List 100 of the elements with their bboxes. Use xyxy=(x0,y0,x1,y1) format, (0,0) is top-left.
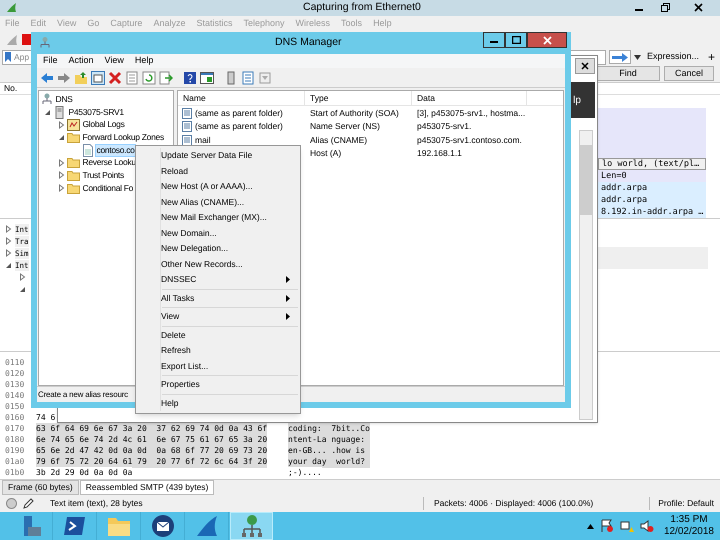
packet-row[interactable]: 8.192.in-addr.arpa … xyxy=(598,206,706,218)
menu-item[interactable]: Update Server Data File xyxy=(136,148,300,164)
collapse-arrow-icon[interactable] xyxy=(19,286,26,293)
expand-arrow-icon[interactable] xyxy=(58,120,64,129)
packet-row[interactable]: addr.arpa xyxy=(598,182,706,194)
clock-date: 12/02/2018 xyxy=(664,526,714,538)
hex-bytes: 6e 74 65 6e 74 2d 4c 61 6e 67 75 61 67 65 3a 20 xyxy=(36,434,268,446)
refresh-icon[interactable] xyxy=(142,70,156,84)
tab[interactable]: Frame (60 bytes) xyxy=(2,480,79,495)
hex-offset: 0170 xyxy=(4,423,26,436)
caret-up-icon[interactable] xyxy=(586,524,594,528)
dropdown-caret-icon[interactable] xyxy=(634,54,641,60)
packet-row[interactable]: Len=0 xyxy=(598,170,706,182)
expand-arrow-icon[interactable] xyxy=(58,158,64,167)
packet-row[interactable]: addr.arpa xyxy=(598,194,706,206)
column-header[interactable]: Name xyxy=(178,91,305,105)
expression-button[interactable]: Expression... xyxy=(644,50,702,64)
expand-arrow-icon[interactable] xyxy=(5,237,12,246)
folder-up-icon[interactable] xyxy=(74,70,88,84)
table-cell-text: p453075-srv1. xyxy=(416,120,472,133)
expand-arrow-icon[interactable] xyxy=(19,273,26,282)
menu-item[interactable]: Export List... xyxy=(136,358,300,374)
collapse-arrow-icon[interactable] xyxy=(44,108,50,116)
flag-icon[interactable] xyxy=(600,519,614,533)
packet-row[interactable]: lo world, (text/pl… xyxy=(598,158,706,170)
status-text: Text item (text), 28 bytes xyxy=(50,496,143,510)
menu-item[interactable]: Reload xyxy=(136,164,300,179)
network-warning-icon[interactable] xyxy=(620,519,634,533)
expand-arrow-icon[interactable] xyxy=(58,184,64,192)
menu-item[interactable]: New Delegation... xyxy=(136,241,300,256)
scrollbar[interactable] xyxy=(579,130,593,420)
panel-icon[interactable] xyxy=(91,70,105,84)
menu-item[interactable]: View xyxy=(104,54,124,68)
menu-item[interactable]: New Host (A or AAAA)... xyxy=(136,179,300,194)
export-icon[interactable] xyxy=(159,70,173,84)
tree-item[interactable]: Trust Points xyxy=(81,168,126,182)
window-title: Capturing from Ethernet0 xyxy=(303,0,421,15)
menu-item[interactable]: Help xyxy=(134,54,154,68)
menu-item[interactable]: Properties xyxy=(136,377,300,392)
packet-count: Packets: 4006 · Displayed: 4006 (100.0%) xyxy=(423,496,594,510)
tree-item[interactable]: DNS xyxy=(54,92,74,106)
close-button[interactable] xyxy=(527,32,567,48)
column-header[interactable]: No. xyxy=(4,82,18,96)
menu-item[interactable]: All Tasks xyxy=(136,290,300,306)
clock[interactable]: 1:35 PM 12/02/2018 xyxy=(664,514,714,538)
maximize-button[interactable] xyxy=(505,32,527,48)
menu-item[interactable]: New Mail Exchanger (MX)... xyxy=(136,210,300,226)
bookmark-icon xyxy=(5,52,11,62)
collapse-arrow-icon[interactable] xyxy=(58,134,64,141)
menu-item[interactable]: Other New Records... xyxy=(136,256,300,272)
menu-item[interactable]: View xyxy=(136,309,300,324)
pencil-icon[interactable] xyxy=(23,498,34,509)
tree-item[interactable]: contoso.co xyxy=(95,144,136,157)
folder-icon xyxy=(67,182,80,194)
close-icon xyxy=(694,3,702,12)
menu-item[interactable]: Help xyxy=(136,396,300,411)
column-header[interactable]: Type xyxy=(305,91,412,105)
menu-item[interactable]: Delete xyxy=(136,328,300,343)
tree-item[interactable]: P453075-SRV1 xyxy=(67,106,126,119)
cancel-button[interactable]: Cancel xyxy=(664,66,714,82)
menu-item[interactable]: File xyxy=(43,54,58,68)
delete-icon[interactable] xyxy=(108,70,122,84)
apply-button[interactable] xyxy=(609,50,632,64)
tree-item[interactable]: Global Logs xyxy=(81,118,126,132)
close-button[interactable] xyxy=(575,58,595,74)
collapse-arrow-icon[interactable] xyxy=(5,262,12,269)
find-button[interactable]: Find xyxy=(596,66,660,82)
properties-icon[interactable] xyxy=(125,70,139,84)
column-header[interactable]: Data xyxy=(412,91,527,105)
expand-arrow-icon[interactable] xyxy=(5,225,12,234)
forward-arrow-icon[interactable] xyxy=(57,70,71,84)
zone-icon xyxy=(82,144,94,157)
list-icon[interactable] xyxy=(241,70,255,84)
hex-offset: 0180 xyxy=(4,434,26,446)
menu-item[interactable]: Refresh xyxy=(136,343,300,358)
folder-icon xyxy=(107,515,131,537)
expand-arrow-icon[interactable] xyxy=(58,171,64,180)
add-button[interactable]: + xyxy=(704,48,718,66)
menu-item[interactable]: Action xyxy=(68,54,94,68)
speaker-muted-icon[interactable] xyxy=(640,519,654,533)
expand-arrow-icon[interactable] xyxy=(5,249,12,258)
help-icon[interactable] xyxy=(183,70,197,84)
record-icon xyxy=(182,121,192,132)
fin-icon xyxy=(6,2,17,13)
hex-offset: 0110 xyxy=(4,357,26,370)
console-icon[interactable] xyxy=(200,70,214,84)
hex-bytes: 63 6f 64 69 6e 67 3a 20 37 62 69 74 0d 0a 43 6f xyxy=(36,423,268,436)
tree-item[interactable]: Forward Lookup Zones xyxy=(81,130,166,144)
menu-item[interactable]: New Alias (CNAME)... xyxy=(136,194,300,210)
folder-icon xyxy=(67,170,80,181)
back-arrow-icon[interactable] xyxy=(40,70,54,84)
table-cell-text: Start of Authority (SOA) xyxy=(309,106,400,120)
ascii-text: en-GB... .how is xyxy=(288,445,370,458)
menu-item[interactable]: DNSSEC xyxy=(136,272,300,288)
tree-item[interactable]: Conditional Fo xyxy=(81,182,135,195)
minimize-button[interactable] xyxy=(483,32,505,48)
hex-offset: 01a0 xyxy=(4,456,26,468)
minimize-icon xyxy=(490,41,498,43)
menu-item[interactable]: New Domain... xyxy=(136,226,300,241)
tab[interactable]: Reassembled SMTP (439 bytes) xyxy=(80,480,214,495)
